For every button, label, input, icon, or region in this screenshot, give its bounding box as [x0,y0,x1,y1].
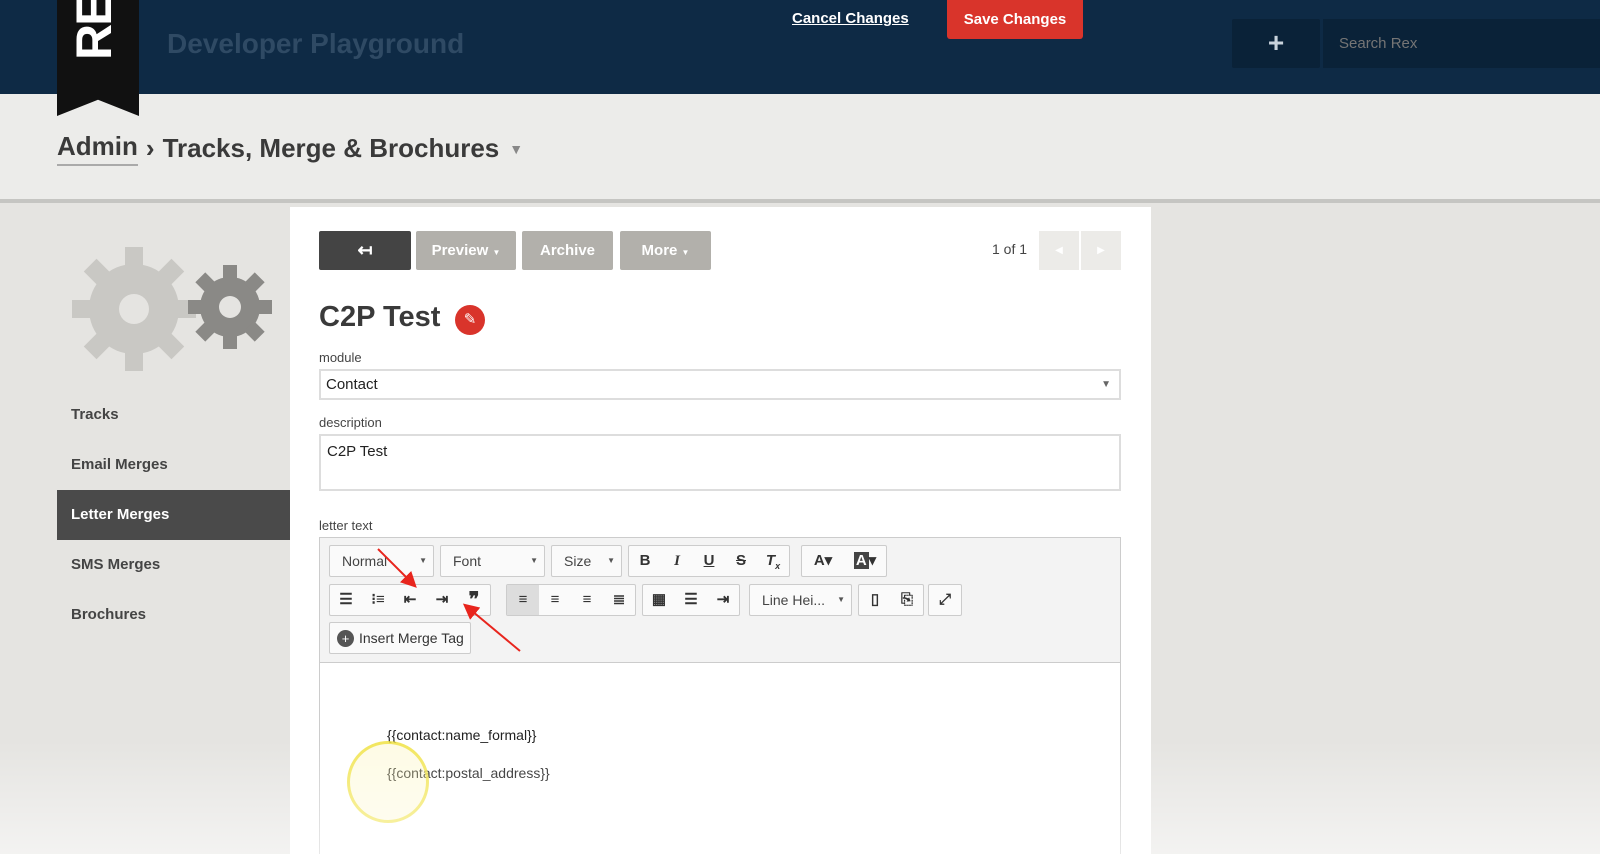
bold-icon[interactable]: B [629,546,661,576]
background-color-icon[interactable]: A ▾ [844,546,886,576]
text-style-group: B I U S Tx [628,545,790,577]
chevron-down-icon: ▼ [492,248,501,257]
next-page-button[interactable]: ▶ [1081,231,1121,270]
description-field[interactable]: C2P Test [319,434,1121,491]
module-label: module [319,350,362,365]
table-icon[interactable]: ▦ [643,585,675,615]
color-group: A▾ A ▾ [801,545,887,577]
cancel-changes-link[interactable]: Cancel Changes [792,10,909,27]
font-value: Font [453,553,482,569]
sidebar-item-letter-merges[interactable]: Letter Merges [57,490,290,540]
preview-button[interactable]: Preview ▼ [416,231,516,270]
sidebar-item-tracks[interactable]: Tracks [57,390,290,440]
font-dropdown[interactable]: Font ▼ [440,545,545,577]
description-label: description [319,415,382,430]
chevron-down-icon: ▼ [530,556,538,565]
breadcrumb-current[interactable]: Tracks, Merge & Brochures [163,133,500,164]
rich-text-editor: Normal ▼ Font ▼ Size ▼ B I U S Tx A▾ A ▾ ☰ ⁝… [319,537,1121,854]
breadcrumb: Admin › Tracks, Merge & Brochures ▼ [57,131,523,166]
chevron-down-icon: ▼ [837,595,845,604]
chevron-down-icon: ▼ [419,556,427,565]
more-button[interactable]: More ▼ [620,231,711,270]
logo-text: REX [66,0,122,60]
align-right-icon[interactable]: ≡ [571,585,603,615]
insert-merge-tag-button[interactable]: + Insert Merge Tag [329,622,471,654]
strikethrough-icon[interactable]: S [725,546,757,576]
letter-text-label: letter text [319,518,373,533]
insert-group: ▦ ☰ ⇥ [642,584,740,616]
line-height-value: Line Hei... [762,592,826,608]
chevron-down-icon: ▼ [1101,379,1111,390]
italic-icon[interactable]: I [661,546,693,576]
text-color-icon[interactable]: A▾ [802,546,844,576]
more-label: More [641,242,678,259]
line-height-dropdown[interactable]: Line Hei... ▼ [749,584,852,616]
paragraph-indent-icon[interactable]: ⇥ [707,585,739,615]
merge-tag-line[interactable]: {{contact:name_formal}} [387,727,536,743]
alignment-group: ≡ ≡ ≡ ≣ [506,584,636,616]
sidebar-item-email-merges[interactable]: Email Merges [57,440,290,490]
source-code-icon[interactable]: ⎘ [891,585,923,615]
format-dropdown[interactable]: Normal ▼ [329,545,434,577]
chevron-down-icon: ▼ [607,556,615,565]
sidebar-item-brochures[interactable]: Brochures [57,590,290,640]
chevron-right-icon: ▶ [1097,245,1105,256]
numbered-list-icon[interactable]: ☰ [330,585,362,615]
module-select[interactable]: Contact ▼ [319,369,1121,400]
add-icon[interactable]: + [1232,19,1320,68]
prev-page-button[interactable]: ◀ [1039,231,1079,270]
top-bar: Developer Playground Cancel Changes Save… [0,0,1600,94]
size-dropdown[interactable]: Size ▼ [551,545,622,577]
blockquote-icon[interactable]: ❞ [458,585,490,615]
bullet-list-icon[interactable]: ⁝≡ [362,585,394,615]
archive-button[interactable]: Archive [522,231,613,270]
logo[interactable]: REX [57,0,139,116]
underline-icon[interactable]: U [693,546,725,576]
sidebar-item-sms-merges[interactable]: SMS Merges [57,540,290,590]
app-title: Developer Playground [167,28,465,59]
cursor-highlight [347,741,429,823]
fullscreen-group: ⤢ [928,584,962,616]
size-value: Size [564,553,592,569]
plus-circle-icon: + [337,630,354,647]
clear-format-icon[interactable]: Tx [757,546,789,576]
breadcrumb-admin-link[interactable]: Admin [57,131,138,166]
document-group: ▯ ⎘ [858,584,924,616]
search-input[interactable] [1323,19,1600,68]
align-center-icon[interactable]: ≡ [539,585,571,615]
align-left-icon[interactable]: ≡ [507,585,539,615]
pager-count: 1 of 1 [992,241,1028,257]
edit-pencil-icon[interactable]: ✎ [455,305,485,335]
format-value: Normal [342,553,388,569]
list-indent-group: ☰ ⁝≡ ⇤ ⇥ ❞ [329,584,491,616]
gears-icon [72,247,272,371]
chevron-left-icon: ◀ [1055,245,1063,256]
align-justify-icon[interactable]: ≣ [603,585,635,615]
sidebar: Tracks Email Merges Letter Merges SMS Me… [0,207,290,854]
editor-toolbar: Normal ▼ Font ▼ Size ▼ B I U S Tx A▾ A ▾ ☰ ⁝… [320,538,1120,663]
breadcrumb-band: Admin › Tracks, Merge & Brochures ▼ [0,94,1600,203]
record-title: C2P Test [319,301,441,333]
chevron-down-icon[interactable]: ▼ [509,141,523,157]
breadcrumb-separator: › [145,133,155,163]
outdent-icon[interactable]: ⇤ [394,585,426,615]
editor-content[interactable]: {{contact:name_formal}} {{contact:postal… [320,664,1120,854]
page-break-icon[interactable]: ▯ [859,585,891,615]
save-changes-button[interactable]: Save Changes [947,0,1083,39]
preview-label: Preview [431,242,489,259]
fullscreen-icon[interactable]: ⤢ [929,585,961,615]
chevron-down-icon: ▼ [681,248,690,257]
back-button[interactable]: ↤ [319,231,411,270]
insert-merge-tag-label: Insert Merge Tag [359,630,464,646]
horizontal-rule-icon[interactable]: ☰ [675,585,707,615]
module-value: Contact [326,376,378,393]
indent-icon[interactable]: ⇥ [426,585,458,615]
